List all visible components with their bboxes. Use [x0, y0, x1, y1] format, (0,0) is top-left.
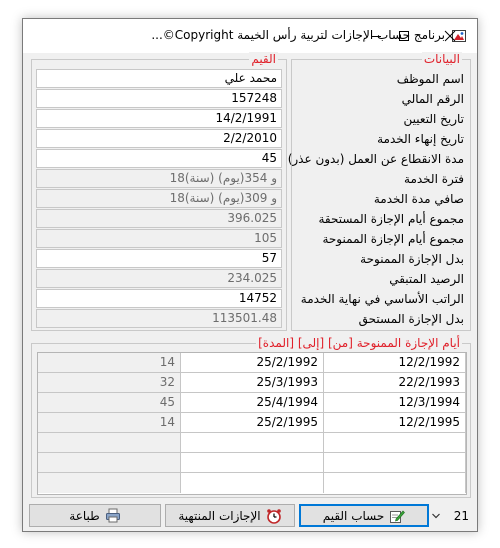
label-total-entitled-days: مجموع أيام الإجازة المستحقة — [318, 212, 464, 226]
leave-duration-cell: 45 — [38, 393, 181, 413]
total-entitled-days-field: 396.025 — [36, 209, 282, 228]
net-service-period-field: 18(سنة) و 309(يوم) — [36, 189, 282, 208]
data-labels-group: البيانات اسم الموظف الرقم المالي تاريخ ا… — [287, 52, 471, 331]
close-button[interactable] — [427, 19, 473, 53]
granted-leave-allowance-field[interactable]: 57 — [36, 249, 282, 268]
label-end-of-service-date: تاريخ إنهاء الخدمة — [377, 132, 464, 146]
leave-duration-cell — [38, 473, 181, 493]
leave-to-cell[interactable]: 25/4/1994 — [181, 393, 324, 413]
label-employee-name: اسم الموظف — [396, 72, 464, 86]
leave-from-cell[interactable]: 12/2/1995 — [324, 413, 466, 433]
record-counter-dropdown[interactable]: 21 — [427, 504, 473, 527]
basic-salary-field[interactable]: 14752 — [36, 289, 282, 308]
label-service-period: فترة الخدمة — [404, 172, 464, 186]
label-due-leave-allowance: بدل الإجازة المستحق — [358, 312, 464, 326]
financial-number-field[interactable]: 157248 — [36, 89, 282, 108]
remaining-balance-field: 234.025 — [36, 269, 282, 288]
leave-to-cell[interactable] — [181, 433, 324, 453]
chevron-down-icon — [432, 513, 440, 518]
leave-duration-cell: 14 — [38, 413, 181, 433]
leave-from-cell[interactable]: 12/3/1994 — [324, 393, 466, 413]
leave-to-cell[interactable]: 25/2/1995 — [181, 413, 324, 433]
data-labels-group-title: البيانات — [421, 52, 462, 66]
maximize-icon — [399, 31, 409, 41]
maximize-button[interactable] — [381, 19, 427, 53]
print-button[interactable]: طباعة — [29, 504, 161, 527]
label-absence-duration: مدة الانقطاع عن العمل (بدون عذر) — [287, 152, 464, 166]
leave-duration-cell: 14 — [38, 353, 181, 373]
values-group: القيم محمد علي 157248 14/2/1991 2/2/2010… — [31, 52, 287, 331]
leave-to-cell[interactable]: 25/2/1992 — [181, 353, 324, 373]
leave-from-cell[interactable] — [324, 473, 466, 493]
end-of-service-date-field[interactable]: 2/2/2010 — [36, 129, 282, 148]
leave-to-cell[interactable] — [181, 473, 324, 493]
calculate-values-button-label: حساب القيم — [322, 508, 385, 523]
leave-from-cell[interactable] — [324, 433, 466, 453]
values-group-title: القيم — [249, 52, 278, 66]
label-remaining-balance: الرصيد المتبقي — [389, 272, 464, 286]
leave-from-cell[interactable]: 12/2/1992 — [324, 353, 466, 373]
leave-duration-cell: 32 — [38, 373, 181, 393]
leave-from-cell[interactable]: 22/2/1993 — [324, 373, 466, 393]
app-window: برنامج حساب الإجازات لتربية رأس الخيمة C… — [22, 18, 478, 532]
employee-name-field[interactable]: محمد علي — [36, 69, 282, 88]
printer-icon — [105, 508, 120, 522]
label-basic-salary: الراتب الأساسي في نهاية الخدمة — [300, 292, 464, 306]
total-granted-days-field: 105 — [36, 229, 282, 248]
edit-pencil-icon — [390, 510, 406, 523]
bottom-toolbar: طباعة الإجازات المنتهية حساب القيم 21 — [23, 501, 477, 531]
record-counter-value: 21 — [453, 508, 469, 523]
print-button-label: طباعة — [69, 508, 100, 523]
title-bar[interactable]: برنامج حساب الإجازات لتربية رأس الخيمة C… — [23, 19, 477, 53]
leave-to-cell[interactable]: 25/3/1993 — [181, 373, 324, 393]
close-icon — [444, 30, 456, 42]
expired-leaves-button[interactable]: الإجازات المنتهية — [165, 504, 295, 527]
leave-duration-cell — [38, 453, 181, 473]
label-net-service-period: صافي مدة الخدمة — [373, 192, 464, 206]
leave-grid: 12/2/1992 25/2/1992 14 22/2/1993 25/3/19… — [37, 352, 467, 495]
absence-duration-field[interactable]: 45 — [36, 149, 282, 168]
service-period-field: 18(سنة) و 354(يوم) — [36, 169, 282, 188]
label-granted-leave-allowance: بدل الإجازة الممنوحة — [360, 252, 464, 266]
alarm-clock-icon — [266, 508, 281, 524]
leave-duration-cell — [38, 433, 181, 453]
expired-leaves-button-label: الإجازات المنتهية — [178, 508, 261, 523]
granted-leave-group: أيام الإجازة الممنوحة [من] [إلى] [المدة]… — [31, 336, 471, 498]
due-leave-allowance-field: 113501.48 — [36, 309, 282, 328]
label-financial-number: الرقم المالي — [401, 92, 464, 106]
label-total-granted-days: مجموع أيام الإجازة الممنوحة — [322, 232, 464, 246]
granted-leave-group-title: أيام الإجازة الممنوحة [من] [إلى] [المدة] — [256, 336, 462, 350]
calculate-values-button[interactable]: حساب القيم — [299, 504, 429, 527]
hire-date-field[interactable]: 14/2/1991 — [36, 109, 282, 128]
label-hire-date: تاريخ التعيين — [403, 112, 464, 126]
leave-from-cell[interactable] — [324, 453, 466, 473]
leave-to-cell[interactable] — [181, 453, 324, 473]
